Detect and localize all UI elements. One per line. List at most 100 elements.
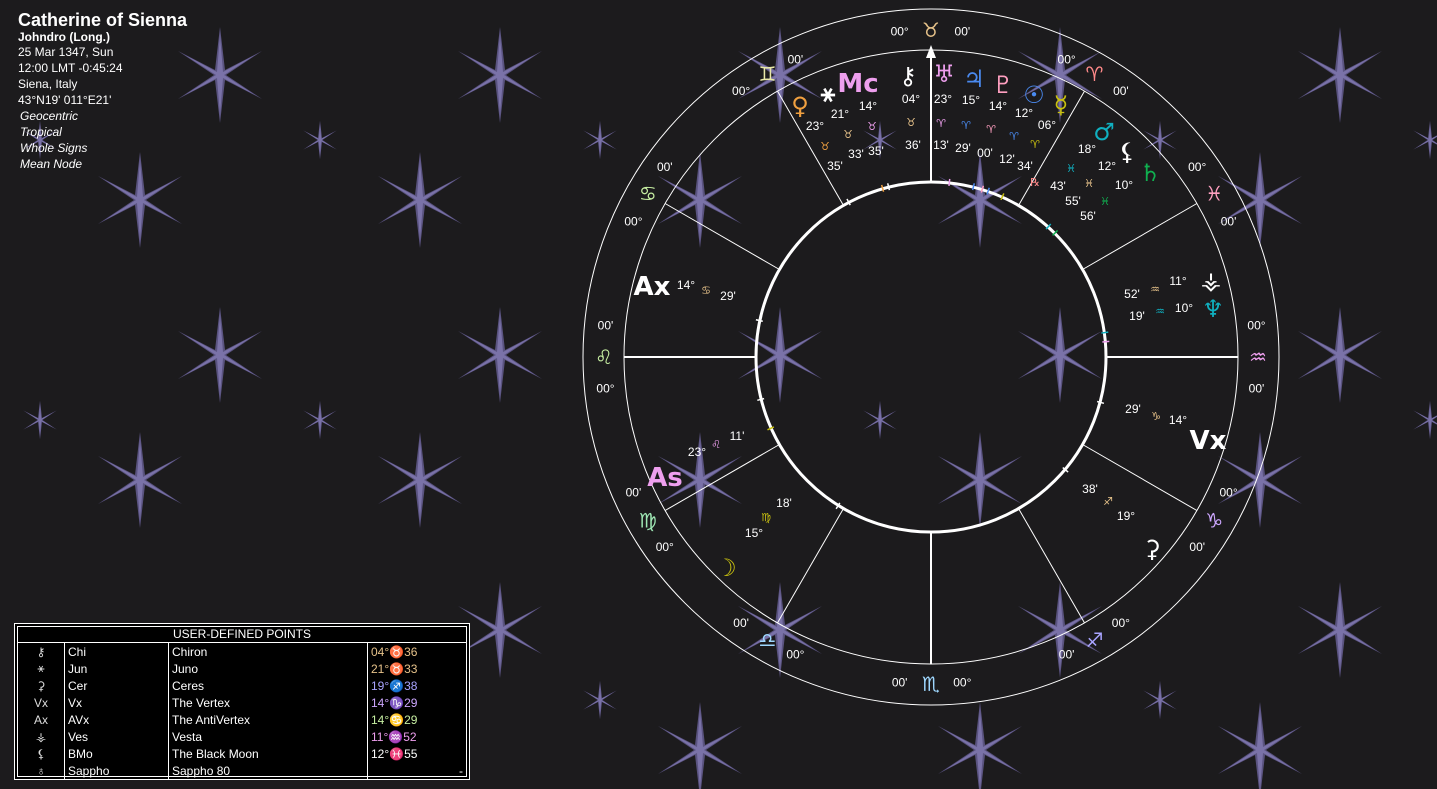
cusp-minute: 00': [733, 616, 749, 630]
point-glyph-icon: ⚶: [18, 728, 65, 745]
planet-minute: 19': [1129, 309, 1145, 323]
point-name: Juno: [168, 660, 368, 677]
planet-degree: 23°: [806, 119, 824, 133]
planet-sign-icon: ♍: [761, 511, 771, 524]
sign-aquarius-icon: ♒: [1249, 345, 1267, 369]
planet-glyph-icon: Ax: [634, 272, 671, 302]
planet-degree: 23°: [688, 445, 706, 459]
retrograde-icon: ℞: [1030, 176, 1040, 189]
point-abbr: Cer: [64, 677, 169, 694]
table-row: ⚷ Chi Chiron 04°♉36: [18, 643, 466, 660]
planet-glyph-icon: ⚷: [899, 62, 917, 90]
table-row: Vx Vx The Vertex 14°♑29: [18, 694, 466, 711]
planet-degree: 14°: [859, 99, 877, 113]
point-name: Ceres: [168, 677, 368, 694]
planet-sign-icon: ♉: [820, 140, 830, 153]
cusp-minute: 00': [1189, 540, 1205, 554]
position-tick: [757, 397, 765, 402]
planet-minute: 11': [730, 429, 745, 443]
position-tick: [1096, 400, 1105, 405]
planet-glyph-icon: ♅: [933, 60, 955, 88]
planet-sign-icon: ♈: [961, 119, 971, 132]
cusp-minute: 00': [626, 486, 642, 500]
cusp-minute: 00': [955, 25, 971, 39]
cusp-degree: 00°: [1188, 160, 1206, 174]
planet-glyph-icon: ⚶: [1201, 267, 1221, 295]
table-row: ♁ Sappho Sappho 80 -: [18, 762, 466, 779]
planet-sign-icon: ♈: [1030, 138, 1040, 151]
planet-minute: 34': [1017, 159, 1033, 173]
point-abbr: Sappho: [64, 762, 169, 779]
house-cusp-line: [1082, 444, 1198, 511]
user-defined-points-table: USER-DEFINED POINTS ⚷ Chi Chiron 04°♉36 ⚹ Jun…: [14, 623, 470, 780]
table-row: ⚸ BMo The Black Moon 12°♓55: [18, 745, 466, 762]
point-position: 12°♓55: [371, 746, 418, 761]
planet-degree: 12°: [1015, 106, 1033, 120]
point-name: Vesta: [168, 728, 368, 745]
point-position: 11°♒52: [371, 729, 417, 744]
point-position: 21°♉33: [371, 661, 418, 676]
position-tick: [1102, 340, 1110, 343]
sign-pisces-icon: ♓: [1205, 182, 1223, 206]
planet-sign-icon: ♉: [843, 128, 853, 141]
house-cusp-line: [777, 508, 844, 624]
planet-sign-icon: ♈: [936, 117, 946, 130]
planet-minute: 35': [827, 159, 843, 173]
point-glyph-icon: Ax: [18, 711, 65, 728]
position-tick: [980, 185, 985, 193]
planet-degree: 21°: [831, 107, 849, 121]
sign-libra-icon: ♎: [759, 628, 777, 652]
planet-sign-icon: ♈: [986, 123, 996, 136]
point-glyph-icon: Vx: [18, 694, 65, 711]
cusp-minute: 00': [892, 675, 908, 689]
planet-glyph-icon: Vx: [1190, 426, 1227, 456]
cusp-minute: 00': [788, 52, 804, 66]
point-abbr: Ves: [64, 728, 169, 745]
planet-minute: 00': [977, 146, 993, 160]
sign-aries-icon: ♈: [1086, 62, 1104, 86]
point-glyph-icon: ⚹: [18, 660, 65, 677]
planet-minute: 18': [776, 496, 792, 510]
planet-degree: 10°: [1175, 301, 1193, 315]
cusp-degree: 00°: [624, 214, 642, 228]
point-position: 14°♋29: [371, 712, 418, 727]
cusp-minute: 00': [657, 160, 673, 174]
point-position: 14°♑29: [371, 695, 418, 710]
planet-sign-icon: ♈: [1009, 130, 1019, 143]
cusp-degree: 00°: [953, 675, 971, 689]
position-tick: [971, 183, 976, 191]
planet-degree: 12°: [1098, 159, 1116, 173]
sign-taurus-icon: ♉: [922, 18, 940, 42]
planet-degree: 10°: [1115, 178, 1133, 192]
point-name: Chiron: [168, 643, 368, 660]
point-abbr: AVx: [64, 711, 169, 728]
cusp-degree: 00°: [596, 381, 614, 395]
planet-sign-icon: ♒: [1155, 305, 1165, 318]
sign-capricorn-icon: ♑: [1205, 509, 1223, 533]
point-glyph-icon: ⚳: [18, 677, 65, 694]
table-row: ⚶ Ves Vesta 11°♒52: [18, 728, 466, 745]
cusp-degree: 00°: [1058, 52, 1076, 66]
planet-minute: 52': [1124, 287, 1140, 301]
point-abbr: Chi: [64, 643, 169, 660]
cusp-minute: 00': [1249, 381, 1265, 395]
planet-minute: 29': [720, 289, 736, 303]
house-cusp-line: [1018, 508, 1085, 624]
point-name: The Black Moon: [168, 745, 368, 762]
planet-minute: 38': [1082, 482, 1098, 496]
planet-degree: 19°: [1117, 509, 1135, 523]
sign-cancer-icon: ♋: [639, 182, 657, 206]
planet-degree: 15°: [962, 93, 980, 107]
planet-glyph-icon: ♂: [1093, 118, 1115, 146]
planet-sign-icon: ♓: [1066, 162, 1076, 175]
planet-sign-icon: ♓: [1084, 177, 1094, 190]
cusp-degree: 00°: [656, 540, 674, 554]
planet-glyph-icon: ☿: [1054, 91, 1069, 119]
point-abbr: Vx: [64, 694, 169, 711]
point-name: Sappho 80: [168, 762, 368, 779]
planet-minute: 12': [999, 152, 1015, 166]
planet-degree: 15°: [745, 526, 763, 540]
planet-sign-icon: ♐: [1103, 495, 1113, 508]
planet-sign-icon: ♓: [1100, 195, 1110, 208]
planet-glyph-icon: ♆: [1202, 295, 1224, 323]
